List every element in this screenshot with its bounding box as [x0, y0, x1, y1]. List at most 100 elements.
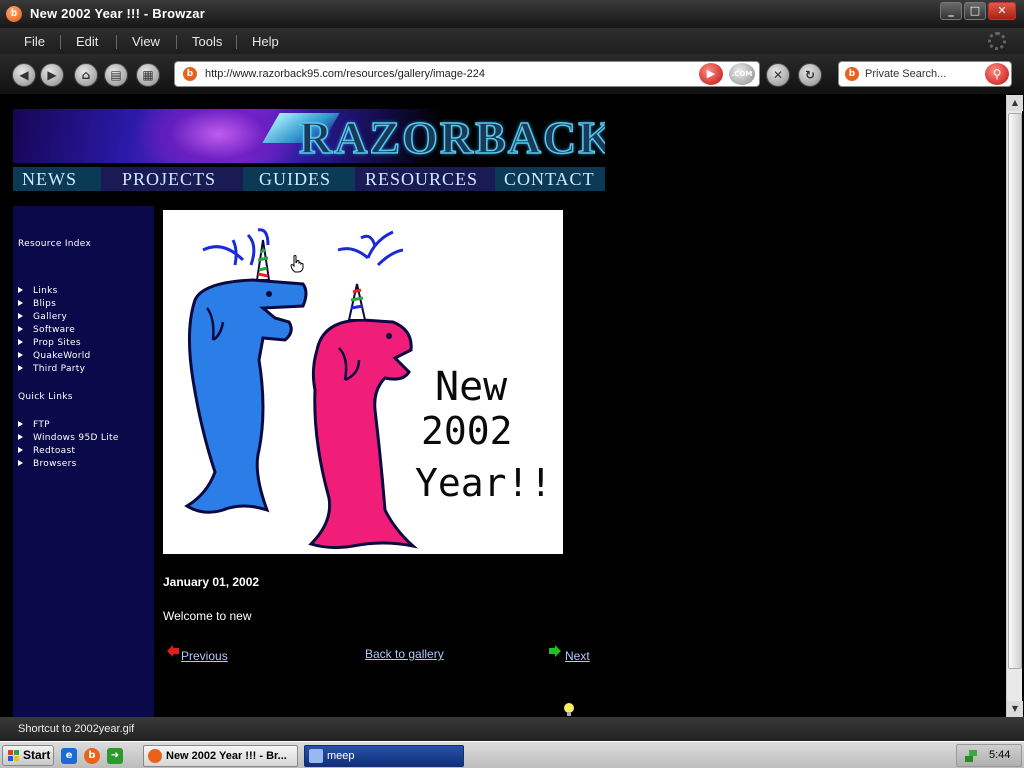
quick-links-heading: Quick Links — [18, 392, 73, 402]
sidebar-item-label: FTP — [33, 420, 50, 430]
sidebar-item-label: Windows 95D Lite — [33, 433, 119, 443]
lightbulb-icon — [564, 703, 574, 716]
gallery-image[interactable]: New 2002 Year!! — [163, 210, 563, 554]
site-logo[interactable]: RAZORBACK — [298, 111, 605, 163]
bullet-icon — [18, 434, 23, 440]
taskbar-item-meep[interactable]: meep — [304, 745, 464, 767]
search-icon[interactable]: ⚲ — [985, 63, 1009, 85]
page-viewport: RAZORBACK NEWS PROJECTS GUIDES RESOURCES… — [4, 95, 1006, 717]
sidebar-item-ftp[interactable]: FTP — [18, 420, 50, 430]
nav-projects[interactable]: PROJECTS — [122, 169, 216, 189]
sidebar-item-quakeworld[interactable]: QuakeWorld — [18, 351, 91, 361]
print-icon[interactable]: ▤ — [104, 63, 128, 87]
system-tray: 5:44 — [956, 744, 1022, 767]
next-link[interactable]: Next — [565, 649, 590, 663]
nav-resources[interactable]: RESOURCES — [365, 169, 478, 189]
sidebar: Resource Index Links Blips Gallery Softw… — [13, 206, 154, 717]
bullet-icon — [18, 287, 23, 293]
show-desktop-icon[interactable]: ➜ — [107, 748, 123, 764]
bullet-icon — [18, 421, 23, 427]
address-bar[interactable]: b http://www.razorback95.com/resources/g… — [174, 61, 760, 87]
windows-flag-icon — [8, 750, 19, 761]
browzar-quicklaunch-icon[interactable]: b — [84, 748, 100, 764]
private-search-box[interactable]: b Private Search... ⚲ — [838, 61, 1012, 87]
sidebar-item-links[interactable]: Links — [18, 286, 58, 296]
url-input[interactable]: http://www.razorback95.com/resources/gal… — [205, 68, 485, 80]
window-title: New 2002 Year !!! - Browzar — [30, 6, 205, 21]
bullet-icon — [18, 447, 23, 453]
taskbar: Start e b ➜ New 2002 Year !!! - Br... me… — [0, 741, 1024, 768]
greeting-line-2: 2002 — [421, 409, 513, 453]
menu-help[interactable]: Help — [252, 34, 279, 49]
sidebar-item-label: Links — [33, 286, 58, 296]
window-task-icon — [309, 749, 323, 763]
taskbar-item-label: New 2002 Year !!! - Br... — [166, 750, 287, 762]
sidebar-item-windows-95d-lite[interactable]: Windows 95D Lite — [18, 433, 119, 443]
resource-index-heading: Resource Index — [18, 239, 92, 249]
back-icon[interactable]: ◀ — [12, 63, 36, 87]
site-banner[interactable]: RAZORBACK — [13, 109, 605, 163]
bullet-icon — [18, 460, 23, 466]
menu-separator — [116, 35, 117, 49]
gear-icon[interactable] — [988, 32, 1006, 50]
bullet-icon — [18, 339, 23, 345]
browzar-search-icon: b — [845, 67, 859, 81]
post-description: Welcome to new — [163, 609, 252, 623]
menu-file[interactable]: File — [24, 34, 45, 49]
bullet-icon — [18, 300, 23, 306]
sidebar-item-browsers[interactable]: Browsers — [18, 459, 77, 469]
bullet-icon — [18, 313, 23, 319]
sidebar-item-label: Redtoast — [33, 446, 76, 456]
internet-explorer-icon[interactable]: e — [61, 748, 77, 764]
menu-bar: File Edit View Tools Help — [0, 28, 1024, 54]
bullet-icon — [18, 352, 23, 358]
clock[interactable]: 5:44 — [989, 749, 1010, 761]
sidebar-item-redtoast[interactable]: Redtoast — [18, 446, 75, 456]
scroll-thumb[interactable] — [1008, 113, 1022, 669]
maximize-button[interactable]: □ — [964, 2, 986, 20]
forward-icon[interactable]: ▶ — [40, 63, 64, 87]
nav-contact[interactable]: CONTACT — [504, 169, 595, 189]
next-arrow-icon[interactable] — [549, 645, 561, 657]
sidebar-item-label: Gallery — [33, 312, 68, 322]
menu-separator — [236, 35, 237, 49]
sidebar-item-third-party[interactable]: Third Party — [18, 364, 85, 374]
back-to-gallery-link[interactable]: Back to gallery — [365, 647, 444, 661]
menu-view[interactable]: View — [132, 34, 160, 49]
vertical-scrollbar[interactable]: ▲ ▼ — [1006, 95, 1023, 717]
sidebar-item-prop-sites[interactable]: Prop Sites — [18, 338, 81, 348]
sidebar-item-gallery[interactable]: Gallery — [18, 312, 67, 322]
nav-guides[interactable]: GUIDES — [259, 169, 331, 189]
favicon-icon: b — [183, 67, 197, 81]
menu-edit[interactable]: Edit — [76, 34, 98, 49]
sidebar-item-software[interactable]: Software — [18, 325, 75, 335]
menu-separator — [176, 35, 177, 49]
bullet-icon — [18, 365, 23, 371]
scroll-down-icon[interactable]: ▼ — [1007, 701, 1023, 717]
previous-link[interactable]: Previous — [181, 649, 228, 663]
minimize-button[interactable]: _ — [940, 2, 962, 20]
nav-news[interactable]: NEWS — [22, 169, 77, 189]
previous-arrow-icon[interactable] — [167, 645, 179, 657]
page-settings-icon[interactable]: ▦ — [136, 63, 160, 87]
home-icon[interactable]: ⌂ — [74, 63, 98, 87]
dotcom-button[interactable]: .COM — [729, 63, 755, 85]
browzar-app-icon[interactable]: b — [6, 6, 22, 22]
network-icon[interactable] — [963, 748, 979, 764]
search-input[interactable]: Private Search... — [865, 68, 946, 80]
sidebar-item-label: Browsers — [33, 459, 77, 469]
close-window-button[interactable]: ✕ — [988, 2, 1016, 20]
go-icon[interactable]: ▶ — [699, 63, 723, 85]
stop-icon[interactable]: ✕ — [766, 63, 790, 87]
scroll-up-icon[interactable]: ▲ — [1007, 95, 1023, 111]
menu-tools[interactable]: Tools — [192, 34, 222, 49]
browzar-task-icon — [148, 749, 162, 763]
taskbar-item-browzar[interactable]: New 2002 Year !!! - Br... — [143, 745, 298, 767]
start-label: Start — [23, 748, 51, 762]
sidebar-item-blips[interactable]: Blips — [18, 299, 56, 309]
sidebar-item-label: Third Party — [33, 364, 86, 374]
start-button[interactable]: Start — [2, 745, 54, 766]
new-year-drawing: New 2002 Year!! — [184, 228, 552, 550]
sidebar-item-label: QuakeWorld — [33, 351, 91, 361]
refresh-icon[interactable]: ↻ — [798, 63, 822, 87]
